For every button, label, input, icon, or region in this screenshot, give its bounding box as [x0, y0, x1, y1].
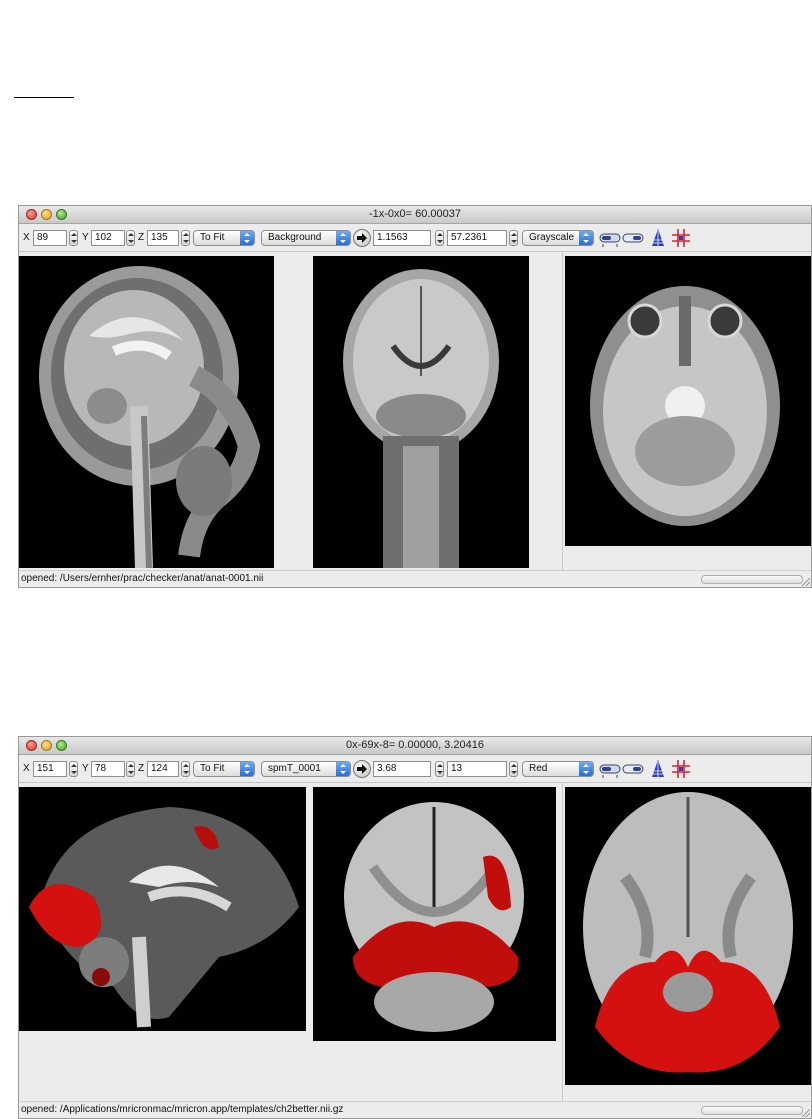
toolbar: X 89 Y 102 Z 135 To Fit Background 1.156…: [19, 224, 811, 252]
title-bar: 0x-69x-8= 0.00000, 3.20416: [19, 737, 811, 755]
y-coord-field[interactable]: 102: [91, 230, 125, 246]
status-bar: opened: /Users/ernher/prac/checker/anat/…: [19, 570, 811, 587]
colormap-select[interactable]: Red: [522, 761, 594, 777]
horizontal-scrollbar[interactable]: [701, 1106, 803, 1115]
min-intensity-stepper[interactable]: [435, 761, 444, 777]
min-intensity-stepper[interactable]: [435, 230, 444, 246]
viewer-window-overlay: 0x-69x-8= 0.00000, 3.20416 X 151 Y 78 Z …: [18, 736, 812, 1119]
colormap-select-label: Grayscale: [529, 232, 575, 243]
title-bar: -1x-0x0= 60.00037: [19, 206, 811, 224]
layer-select-label: Background: [268, 232, 322, 243]
status-text: opened: /Users/ernher/prac/checker/anat/…: [21, 573, 264, 584]
z-coord-label: Z: [138, 763, 145, 774]
sagittal-view[interactable]: [19, 256, 274, 568]
x-coord-label: X: [23, 232, 30, 243]
popup-arrows-icon: [240, 762, 254, 776]
max-intensity-stepper[interactable]: [509, 230, 518, 246]
popup-arrows-icon: [579, 231, 593, 245]
status-text: opened: /Applications/mricronmac/mricron…: [21, 1104, 344, 1115]
slider-toggle-icon[interactable]: [599, 228, 621, 248]
pane-divider: [562, 252, 563, 572]
z-stepper[interactable]: [181, 761, 190, 777]
crosshair-grid-icon[interactable]: [671, 228, 691, 248]
z-stepper[interactable]: [181, 230, 190, 246]
arrow-right-icon[interactable]: [353, 760, 371, 778]
toolbar: X 151 Y 78 Z 124 To Fit spmT_0001 3.68 1…: [19, 755, 811, 783]
popup-arrows-icon: [336, 762, 350, 776]
slider-toggle-icon[interactable]: [599, 759, 621, 779]
resize-grip-icon[interactable]: [802, 1109, 810, 1117]
crosshair-grid-icon[interactable]: [671, 759, 691, 779]
zoom-select[interactable]: To Fit: [193, 230, 255, 246]
window-title: -1x-0x0= 60.00037: [368, 208, 462, 220]
x-stepper[interactable]: [69, 761, 78, 777]
zoom-select[interactable]: To Fit: [193, 761, 255, 777]
z-coord-field[interactable]: 124: [147, 761, 179, 777]
viewer-window-anatomical: -1x-0x0= 60.00037 X 89 Y 102 Z 135 To Fi…: [18, 205, 812, 588]
max-intensity-field[interactable]: 57.2361: [447, 230, 507, 246]
layer-select[interactable]: Background: [261, 230, 351, 246]
y-coord-label: Y: [82, 232, 89, 243]
x-coord-field[interactable]: 89: [33, 230, 67, 246]
colormap-select[interactable]: Grayscale: [522, 230, 594, 246]
max-intensity-stepper[interactable]: [509, 761, 518, 777]
colormap-select-label: Red: [529, 763, 548, 774]
y-stepper[interactable]: [126, 230, 135, 246]
sagittal-view[interactable]: [19, 787, 306, 1031]
y-coord-field[interactable]: 78: [91, 761, 125, 777]
min-intensity-field[interactable]: 1.1563: [373, 230, 431, 246]
horizontal-scrollbar[interactable]: [701, 575, 803, 584]
zoom-select-label: To Fit: [200, 232, 225, 243]
axial-view[interactable]: [565, 787, 811, 1085]
z-coord-field[interactable]: 135: [147, 230, 179, 246]
z-coord-label: Z: [138, 232, 145, 243]
layer-select[interactable]: spmT_0001: [261, 761, 351, 777]
x-stepper[interactable]: [69, 230, 78, 246]
popup-arrows-icon: [240, 231, 254, 245]
slider-bar-icon[interactable]: [622, 759, 644, 779]
popup-arrows-icon: [336, 231, 350, 245]
resize-grip-icon[interactable]: [802, 578, 810, 586]
slider-bar-icon[interactable]: [622, 228, 644, 248]
status-bar: opened: /Applications/mricronmac/mricron…: [19, 1101, 811, 1118]
min-intensity-field[interactable]: 3.68: [373, 761, 431, 777]
arrow-right-icon[interactable]: [353, 229, 371, 247]
pane-divider: [562, 783, 563, 1103]
max-intensity-field[interactable]: 13: [447, 761, 507, 777]
window-title: 0x-69x-8= 0.00000, 3.20416: [346, 739, 484, 751]
image-panes: [19, 783, 811, 1103]
popup-arrows-icon: [579, 762, 593, 776]
y-coord-label: Y: [82, 763, 89, 774]
x-coord-label: X: [23, 763, 30, 774]
layer-select-label: spmT_0001: [268, 763, 321, 774]
coronal-view[interactable]: [313, 787, 556, 1041]
image-panes: [19, 252, 811, 572]
axial-view[interactable]: [565, 256, 811, 546]
coronal-view[interactable]: [313, 256, 529, 568]
y-stepper[interactable]: [126, 761, 135, 777]
render-pyramid-icon[interactable]: [651, 228, 665, 248]
render-pyramid-icon[interactable]: [651, 759, 665, 779]
zoom-select-label: To Fit: [200, 763, 225, 774]
x-coord-field[interactable]: 151: [33, 761, 67, 777]
top-rule: [14, 97, 74, 98]
